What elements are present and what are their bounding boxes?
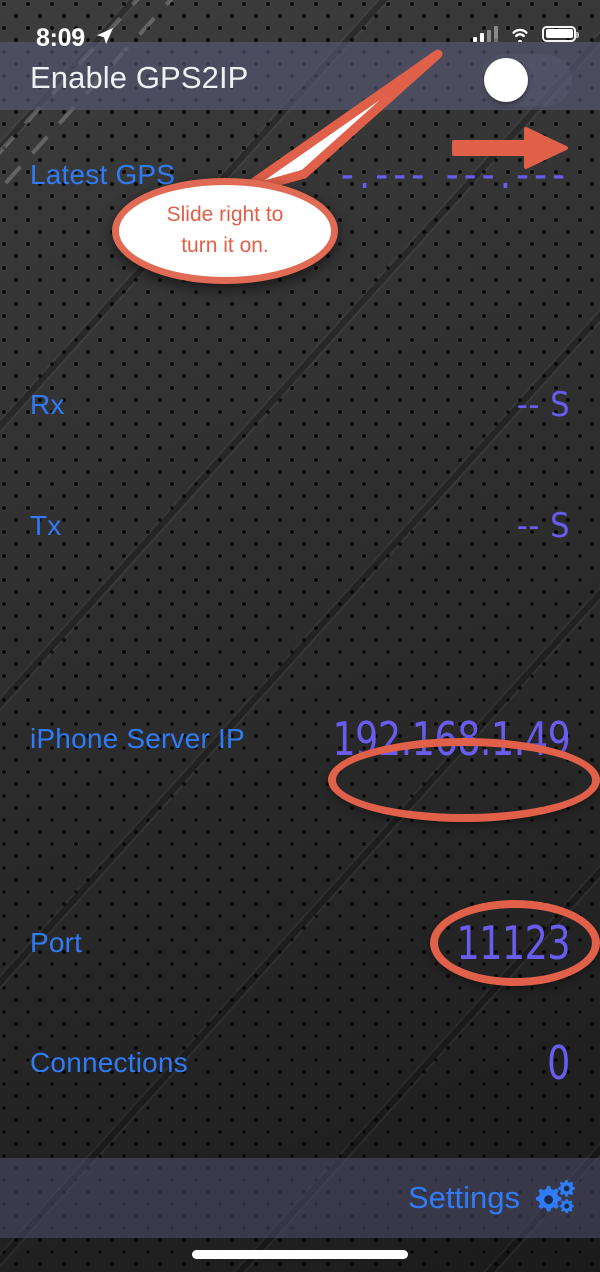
row-connections: Connections 0	[0, 1036, 600, 1090]
row-label: Rx	[30, 389, 65, 420]
cellular-signal-icon	[472, 26, 498, 42]
highlight-ellipse-port	[430, 900, 600, 986]
home-indicator[interactable]	[192, 1250, 408, 1259]
row-label: Tx	[30, 510, 62, 541]
row-value: 0	[547, 1036, 570, 1090]
enable-gps2ip-toggle[interactable]	[480, 54, 572, 106]
row-value: -- S	[516, 506, 570, 546]
row-label: iPhone Server IP	[30, 723, 245, 754]
wifi-icon	[512, 28, 528, 42]
row-tx: Tx -- S	[0, 506, 600, 546]
row-value: -- S	[516, 385, 570, 425]
app-screen: 8:09 Enable GPS2IP Latest GPS -.--- ---.…	[0, 0, 600, 1272]
battery-full-icon	[542, 25, 579, 42]
status-bar-indicators	[472, 25, 579, 42]
right-arrow-annotation	[452, 127, 568, 169]
row-label: Connections	[30, 1047, 188, 1078]
row-rx: Rx -- S	[0, 385, 600, 425]
highlight-ellipse-ip	[328, 738, 600, 822]
callout-bubble: Slide right to turn it on.	[112, 178, 338, 284]
callout-line-2: turn it on.	[181, 234, 269, 257]
gears-icon[interactable]	[532, 1178, 576, 1218]
status-bar-time: 8:09	[36, 24, 85, 52]
row-label: Port	[30, 927, 83, 958]
status-bar: 8:09	[0, 0, 600, 58]
bottom-toolbar: Settings	[0, 1158, 600, 1238]
callout-line-1: Slide right to	[166, 203, 284, 227]
toggle-knob[interactable]	[484, 58, 528, 102]
page-title: Enable GPS2IP	[30, 60, 249, 95]
callout-text: Slide right to turn it on.	[112, 178, 338, 284]
settings-button[interactable]: Settings	[408, 1180, 520, 1216]
location-arrow-icon	[97, 28, 113, 44]
